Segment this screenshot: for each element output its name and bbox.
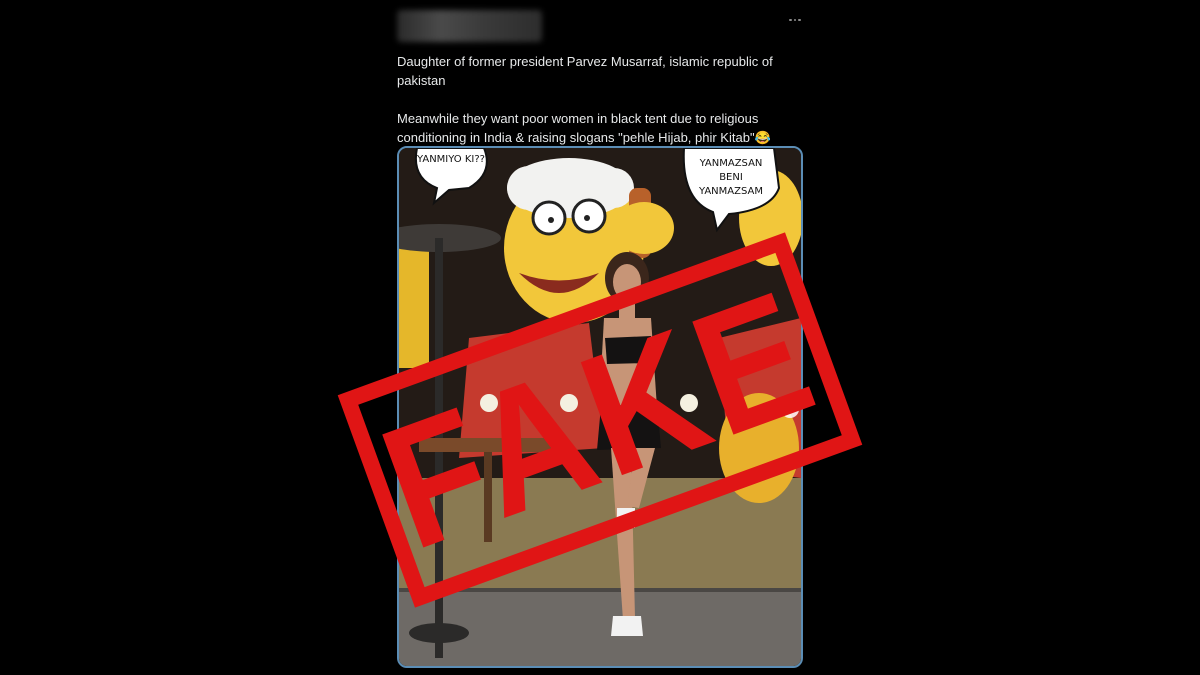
tweet-text-paragraph-2: Meanwhile they want poor women in black … — [397, 109, 787, 147]
bubble-left-text: YANMIYO KI?? — [416, 154, 485, 165]
tweet-text-paragraph-1: Daughter of former president Parvez Musa… — [397, 54, 773, 88]
bubble-right-line-2: BENI — [719, 172, 743, 183]
author-blurred — [397, 10, 542, 42]
more-horizontal-icon[interactable] — [785, 12, 805, 28]
laughing-crying-emoji: 😂 — [754, 130, 771, 145]
bubble-right-line-1: YANMAZSAN — [699, 158, 763, 169]
tweet-text-paragraph-2-body: Meanwhile they want poor women in black … — [397, 111, 759, 145]
bubble-right-line-3: YANMAZSAM — [698, 186, 763, 197]
